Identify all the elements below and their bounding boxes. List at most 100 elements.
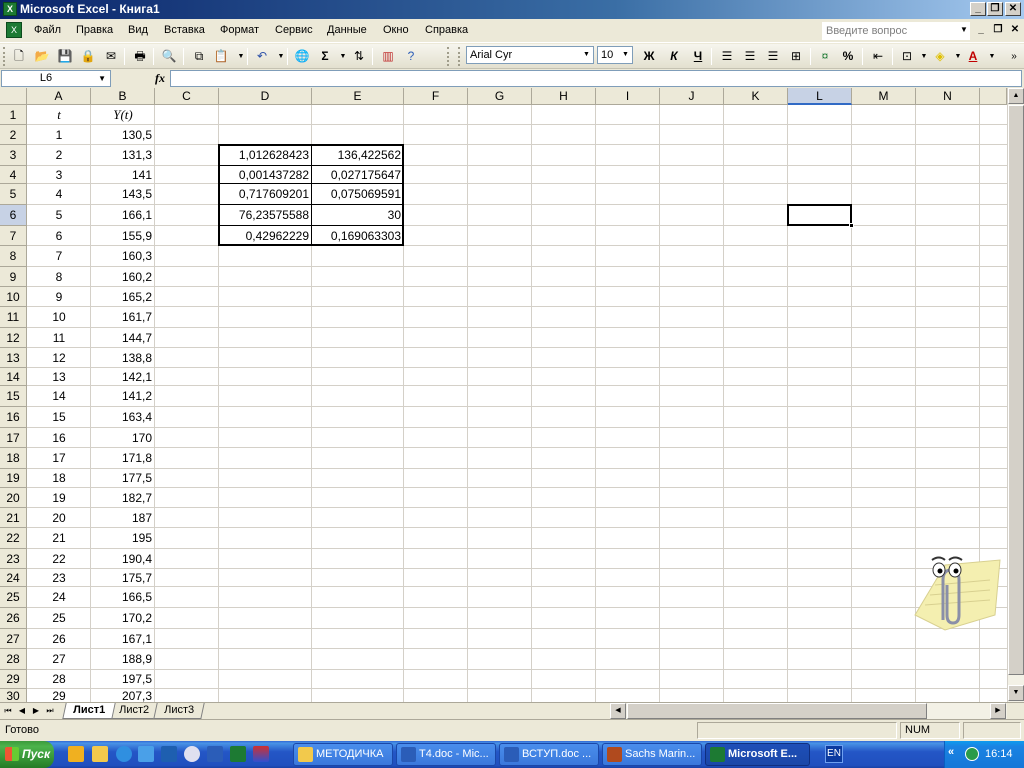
column-header-m[interactable]: M xyxy=(852,88,916,105)
doc-restore-button[interactable]: ❐ xyxy=(990,23,1006,37)
cell-t[interactable]: 9 xyxy=(27,287,91,307)
fill-handle[interactable] xyxy=(849,223,854,228)
cell-t[interactable]: 18 xyxy=(27,469,91,488)
save-icon[interactable]: 💾 xyxy=(56,48,74,65)
workbook-icon[interactable]: X xyxy=(6,22,22,38)
cell-linest-d[interactable]: 0,001437282 xyxy=(219,166,312,184)
menu-format[interactable]: Формат xyxy=(220,24,259,36)
row-header-14[interactable]: 14 xyxy=(0,368,27,386)
row-header-5[interactable]: 5 xyxy=(0,184,27,205)
align-center-icon[interactable]: ☰ xyxy=(741,48,759,65)
font-size-select[interactable]: 10 ▼ xyxy=(597,46,633,64)
quicklaunch-winrar-icon[interactable] xyxy=(253,746,269,762)
cell-t[interactable]: 6 xyxy=(27,226,91,246)
toolbar-grip[interactable] xyxy=(3,47,6,66)
chevron-down-icon[interactable]: ▼ xyxy=(581,48,592,62)
menu-help[interactable]: Справка xyxy=(425,24,468,36)
cell-yt[interactable]: 190,4 xyxy=(91,549,155,569)
formula-input[interactable] xyxy=(170,70,1022,87)
column-header[interactable] xyxy=(980,88,1007,105)
vertical-scroll-thumb[interactable] xyxy=(1008,105,1024,675)
menu-insert[interactable]: Вставка xyxy=(164,24,205,36)
currency-icon[interactable]: ¤ xyxy=(816,48,834,65)
toolbar-grip[interactable] xyxy=(447,47,450,66)
cell-t[interactable]: 24 xyxy=(27,587,91,608)
menu-data[interactable]: Данные xyxy=(327,24,367,36)
column-header-c[interactable]: C xyxy=(155,88,219,105)
cell-t[interactable]: 11 xyxy=(27,328,91,348)
align-left-icon[interactable]: ☰ xyxy=(718,48,736,65)
tray-expand-icon[interactable]: « xyxy=(948,746,954,758)
column-header-n[interactable]: N xyxy=(916,88,980,105)
cell-yt[interactable]: 155,9 xyxy=(91,226,155,246)
chart-wizard-icon[interactable]: ▥ xyxy=(379,48,397,65)
doc-minimize-button[interactable]: _ xyxy=(973,23,989,37)
hyperlink-icon[interactable]: 🌐 xyxy=(293,48,311,65)
autosum-icon[interactable]: Σ xyxy=(316,48,334,65)
row-header-28[interactable]: 28 xyxy=(0,649,27,670)
quicklaunch-pencil-icon[interactable] xyxy=(68,746,84,762)
cell-t[interactable]: 19 xyxy=(27,488,91,508)
undo-icon[interactable]: ↶ xyxy=(253,48,271,65)
cell-yt[interactable]: 143,5 xyxy=(91,184,155,205)
cell-t[interactable]: 29 xyxy=(27,689,91,702)
cell-yt[interactable]: 188,9 xyxy=(91,649,155,670)
column-header-j[interactable]: J xyxy=(660,88,724,105)
close-button[interactable]: ✕ xyxy=(1005,2,1021,16)
ask-question-box[interactable]: Введите вопрос xyxy=(822,22,970,40)
cell-yt[interactable]: 163,4 xyxy=(91,407,155,428)
merge-center-icon[interactable]: ⊞ xyxy=(787,48,805,65)
cell-yt[interactable]: 142,1 xyxy=(91,368,155,386)
name-box[interactable]: L6 ▼ xyxy=(1,70,111,87)
row-header-20[interactable]: 20 xyxy=(0,488,27,508)
row-header-30[interactable]: 30 xyxy=(0,689,27,702)
row-header-11[interactable]: 11 xyxy=(0,307,27,328)
column-header-a[interactable]: A xyxy=(27,88,91,105)
cell-yt[interactable]: 160,2 xyxy=(91,267,155,287)
scroll-up-icon[interactable]: ▲ xyxy=(1008,88,1024,104)
cell-linest-e[interactable]: 30 xyxy=(312,205,404,226)
column-header-k[interactable]: K xyxy=(724,88,788,105)
cell-linest-d[interactable]: 0,42962229 xyxy=(219,226,312,246)
row-header-23[interactable]: 23 xyxy=(0,549,27,569)
row-header-21[interactable]: 21 xyxy=(0,508,27,528)
cell-t[interactable]: 15 xyxy=(27,407,91,428)
cell-t[interactable]: 2 xyxy=(27,145,91,166)
minimize-button[interactable]: _ xyxy=(970,2,986,16)
row-header-24[interactable]: 24 xyxy=(0,569,27,587)
cell-t[interactable]: 3 xyxy=(27,166,91,184)
taskbar-item-sachs[interactable]: Sachs Marin... xyxy=(602,743,702,766)
cell-t[interactable]: 5 xyxy=(27,205,91,226)
quicklaunch-excel-icon[interactable] xyxy=(230,746,246,762)
row-header-9[interactable]: 9 xyxy=(0,267,27,287)
row-header-27[interactable]: 27 xyxy=(0,629,27,649)
menu-edit[interactable]: Правка xyxy=(76,24,113,36)
column-header-l[interactable]: L xyxy=(788,88,852,105)
cell-yt[interactable]: 177,5 xyxy=(91,469,155,488)
cell-t[interactable]: 10 xyxy=(27,307,91,328)
percent-style-button[interactable]: % xyxy=(839,48,857,65)
column-header-b[interactable]: B xyxy=(91,88,155,105)
permission-icon[interactable]: 🔒 xyxy=(79,48,97,65)
row-header-22[interactable]: 22 xyxy=(0,528,27,549)
bold-button[interactable]: Ж xyxy=(640,48,658,65)
cell-yt[interactable]: 207,3 xyxy=(91,689,155,702)
quicklaunch-ie-icon[interactable] xyxy=(116,746,132,762)
quicklaunch-media-icon[interactable] xyxy=(184,746,200,762)
row-header-10[interactable]: 10 xyxy=(0,287,27,307)
row-header-13[interactable]: 13 xyxy=(0,348,27,368)
row-header-12[interactable]: 12 xyxy=(0,328,27,348)
cell-t[interactable]: 26 xyxy=(27,629,91,649)
row-header-29[interactable]: 29 xyxy=(0,670,27,689)
cell-t[interactable]: 13 xyxy=(27,368,91,386)
row-header-16[interactable]: 16 xyxy=(0,407,27,428)
cell-linest-e[interactable]: 0,027175647 xyxy=(312,166,404,184)
cell-t[interactable]: 27 xyxy=(27,649,91,670)
cell-yt[interactable]: 130,5 xyxy=(91,125,155,145)
cell-t[interactable]: 7 xyxy=(27,246,91,267)
taskbar-item-excel[interactable]: Microsoft E... xyxy=(705,743,810,766)
restore-button[interactable]: ❐ xyxy=(987,2,1003,16)
taskbar-item-vstup-doc[interactable]: ВСТУП.doc ... xyxy=(499,743,599,766)
cell-yt[interactable]: 175,7 xyxy=(91,569,155,587)
language-indicator[interactable]: EN xyxy=(825,745,843,763)
